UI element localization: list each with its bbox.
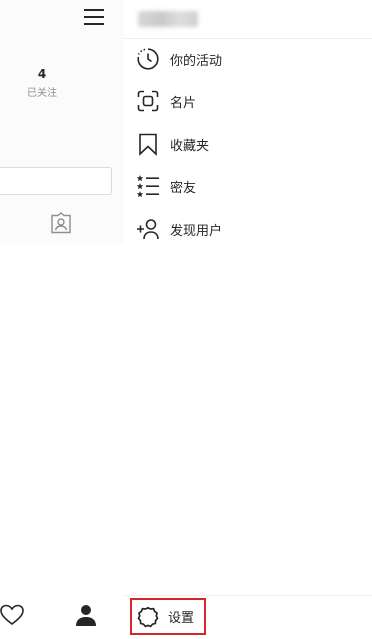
menu-item-label: 收藏夹	[170, 138, 210, 154]
profile-icon[interactable]	[74, 603, 98, 627]
settings-label: 设置	[168, 611, 195, 626]
menu-item-your-activity[interactable]: 你的活动	[124, 39, 372, 79]
drawer-footer: 设置	[124, 595, 372, 639]
settings-button[interactable]: 设置	[130, 598, 206, 635]
menu-item-label: 密友	[170, 180, 197, 196]
edit-profile-button[interactable]	[0, 167, 112, 195]
following-label[interactable]: 已关注	[17, 84, 67, 99]
close-friends-icon	[136, 174, 160, 198]
tagged-photos-icon[interactable]	[49, 211, 73, 235]
username-redacted	[138, 11, 198, 27]
heart-icon[interactable]	[0, 604, 24, 626]
menu-item-label: 发现用户	[170, 223, 223, 239]
side-drawer: 你的活动 名片 收藏夹 密友 发现用户 设置	[124, 0, 372, 638]
activity-icon	[136, 47, 160, 71]
nametag-icon	[136, 89, 160, 113]
profile-header	[0, 0, 124, 243]
add-person-icon	[136, 217, 160, 241]
menu-item-label: 你的活动	[170, 53, 223, 69]
menu-item-label: 名片	[170, 95, 197, 111]
menu-item-saved[interactable]: 收藏夹	[124, 124, 372, 164]
following-count[interactable]: 4	[22, 67, 62, 81]
menu-item-nametag[interactable]: 名片	[124, 81, 372, 121]
settings-icon	[136, 605, 160, 629]
menu-item-close-friends[interactable]: 密友	[124, 166, 372, 206]
profile-page: 4 已关注	[0, 0, 125, 638]
menu-item-discover-people[interactable]: 发现用户	[124, 209, 372, 249]
menu-icon[interactable]	[84, 8, 104, 26]
drawer-header	[124, 0, 372, 39]
bookmark-icon	[136, 132, 160, 156]
profile-content	[0, 243, 124, 595]
